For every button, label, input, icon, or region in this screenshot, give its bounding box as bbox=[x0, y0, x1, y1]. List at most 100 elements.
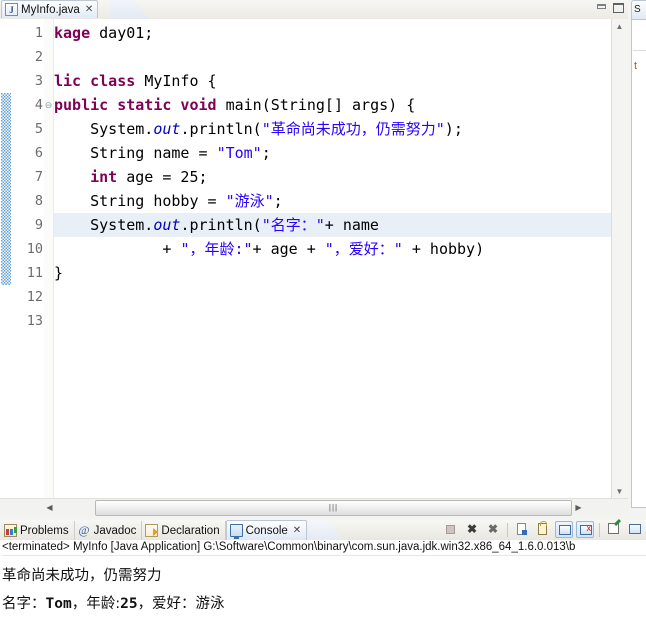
remove-all-terminated-button[interactable]: ✖ bbox=[484, 521, 502, 538]
tab-strip-skew bbox=[110, 0, 150, 20]
editor-part: J MyInfo.java ✕ 1 2 3 4 5 6 7 8 9 10 11 12 13 ⊖ kage… bbox=[0, 0, 629, 516]
line-number: 1 bbox=[34, 25, 43, 41]
outline-divider bbox=[633, 50, 646, 51]
editor-tab-myinfo-java[interactable]: J MyInfo.java ✕ bbox=[1, 0, 99, 18]
show-console-on-error-button[interactable] bbox=[576, 521, 594, 538]
close-icon[interactable]: ✕ bbox=[85, 4, 93, 15]
show-console-on-output-button[interactable] bbox=[555, 521, 573, 538]
code-line[interactable] bbox=[54, 45, 612, 69]
output-prefix: 名字： bbox=[2, 596, 46, 612]
code-token: ; bbox=[273, 192, 283, 210]
console-tab-label: Declaration bbox=[161, 524, 220, 537]
line-number: 13 bbox=[26, 313, 43, 329]
line-number: 12 bbox=[26, 289, 43, 305]
code-token: age = 25; bbox=[117, 168, 208, 186]
outline-view-body[interactable]: t bbox=[631, 19, 646, 508]
minimize-icon[interactable] bbox=[595, 2, 608, 14]
code-line[interactable]: String hobby = "游泳"; bbox=[54, 189, 612, 213]
console-tab-problems[interactable]: Problems bbox=[1, 521, 75, 540]
scroll-right-icon[interactable]: ▶ bbox=[571, 500, 586, 515]
java-file-icon: J bbox=[5, 3, 18, 16]
code-line[interactable]: int age = 25; bbox=[54, 165, 612, 189]
code-token: "，爱好：" bbox=[324, 240, 403, 258]
code-token: "Tom" bbox=[216, 144, 262, 162]
line-number: 7 bbox=[34, 169, 43, 185]
console-output-line-1: 革命尚未成功，仍需努力 bbox=[2, 568, 162, 584]
line-number: 2 bbox=[34, 49, 43, 65]
remove-launch-button[interactable]: ✖ bbox=[463, 521, 481, 538]
code-token: .println( bbox=[180, 216, 262, 234]
code-line[interactable]: lic class MyInfo { bbox=[54, 69, 612, 93]
output-age-value: 25 bbox=[120, 596, 138, 612]
pin-console-button[interactable] bbox=[605, 521, 623, 538]
code-line[interactable] bbox=[54, 285, 612, 309]
code-token: String name = bbox=[54, 144, 217, 162]
clear-console-button[interactable] bbox=[513, 521, 531, 538]
console-tab-javadoc[interactable]: @ Javadoc bbox=[75, 521, 143, 540]
scroll-lock-button[interactable] bbox=[534, 521, 552, 538]
code-token: out bbox=[153, 120, 181, 138]
code-token: kage bbox=[54, 24, 100, 42]
line-number: 4 bbox=[34, 97, 43, 113]
code-token: lic class bbox=[54, 72, 145, 90]
console-tab-strip-skew bbox=[307, 520, 344, 541]
console-tab-strip: ✖ ✖ Problems @Javadoc Declaration Console ✕ bbox=[0, 520, 646, 541]
output-suffix: ，爱好：游泳 bbox=[137, 596, 225, 612]
eclipse-ide-window: J MyInfo.java ✕ 1 2 3 4 5 6 7 8 9 10 11 12 13 ⊖ kage… bbox=[0, 0, 646, 624]
code-token: .println( bbox=[180, 120, 262, 138]
code-token: public static void bbox=[54, 96, 226, 114]
console-part: ✖ ✖ Problems@JavadocDeclarationConsole✕ … bbox=[0, 520, 646, 624]
code-line[interactable] bbox=[54, 309, 612, 333]
maximize-icon[interactable] bbox=[612, 2, 625, 14]
code-line[interactable]: String name = "Tom"; bbox=[54, 141, 612, 165]
console-tab-label: Problems bbox=[20, 524, 69, 537]
code-token: + name bbox=[324, 216, 379, 234]
line-number: 5 bbox=[34, 121, 43, 137]
console-tab-label: Console bbox=[245, 524, 288, 537]
code-line[interactable]: } bbox=[54, 261, 612, 285]
code-token: main(String[] args) { bbox=[225, 96, 416, 114]
code-token: ); bbox=[444, 120, 463, 138]
horizontal-scroll-thumb[interactable]: ||| bbox=[95, 500, 572, 516]
editor-horizontal-scrollbar[interactable]: ◀ ||| ▶ bbox=[0, 498, 628, 516]
console-toolbar: ✖ ✖ bbox=[442, 521, 644, 538]
scroll-down-icon[interactable]: ▼ bbox=[612, 484, 627, 499]
close-icon[interactable]: ✕ bbox=[293, 525, 301, 536]
console-icon bbox=[229, 524, 243, 539]
code-token: + hobby) bbox=[402, 240, 485, 258]
console-tab-declaration[interactable]: Declaration bbox=[142, 521, 226, 540]
code-line[interactable]: public static void main(String[] args) { bbox=[54, 93, 612, 117]
code-line[interactable]: + "，年龄:"+ age + "，爱好：" + hobby) bbox=[54, 237, 612, 261]
source-code-lines[interactable]: kage day01; lic class MyInfo {public stat… bbox=[54, 19, 612, 499]
editor-window-controls bbox=[595, 2, 625, 14]
code-editor-area[interactable]: 1 2 3 4 5 6 7 8 9 10 11 12 13 ⊖ kage day01; lic class… bbox=[0, 19, 629, 516]
declaration-icon bbox=[145, 524, 159, 537]
code-line[interactable]: kage day01; bbox=[54, 21, 612, 45]
folding-ruler[interactable]: ⊖ bbox=[44, 19, 54, 499]
editor-tab-strip: J MyInfo.java ✕ bbox=[0, 0, 628, 20]
editor-vertical-scrollbar[interactable]: ▲ ▼ bbox=[611, 19, 628, 499]
scroll-left-icon[interactable]: ◀ bbox=[42, 500, 57, 515]
toolbar-separator-2 bbox=[599, 522, 600, 537]
console-output-area[interactable]: <terminated> MyInfo [Java Application] G… bbox=[0, 540, 646, 624]
code-line[interactable]: System.out.println("革命尚未成功，仍需努力"); bbox=[54, 117, 612, 141]
outline-item[interactable]: t bbox=[634, 60, 637, 72]
output-name-value: Tom bbox=[45, 596, 72, 612]
fold-collapse-icon[interactable]: ⊖ bbox=[44, 93, 53, 117]
scroll-up-icon[interactable]: ▲ bbox=[612, 19, 627, 34]
code-token: + age + bbox=[252, 240, 325, 258]
terminate-button[interactable] bbox=[442, 521, 460, 538]
code-line[interactable]: System.out.println("名字："+ name bbox=[54, 213, 612, 237]
console-output-line-2: 名字：Tom，年龄:25，爱好：游泳 bbox=[2, 592, 225, 613]
line-number: 10 bbox=[26, 241, 43, 257]
outline-view-sliver: S t bbox=[628, 0, 646, 516]
line-number: 9 bbox=[34, 217, 43, 233]
outline-view-tab[interactable]: S bbox=[631, 0, 646, 19]
console-tab-console[interactable]: Console ✕ bbox=[225, 520, 308, 540]
console-tab-label: Javadoc bbox=[93, 524, 137, 537]
code-token: System. bbox=[54, 216, 154, 234]
code-token: out bbox=[153, 216, 181, 234]
display-selected-console-button[interactable] bbox=[626, 521, 644, 538]
code-token: MyInfo { bbox=[144, 72, 217, 90]
